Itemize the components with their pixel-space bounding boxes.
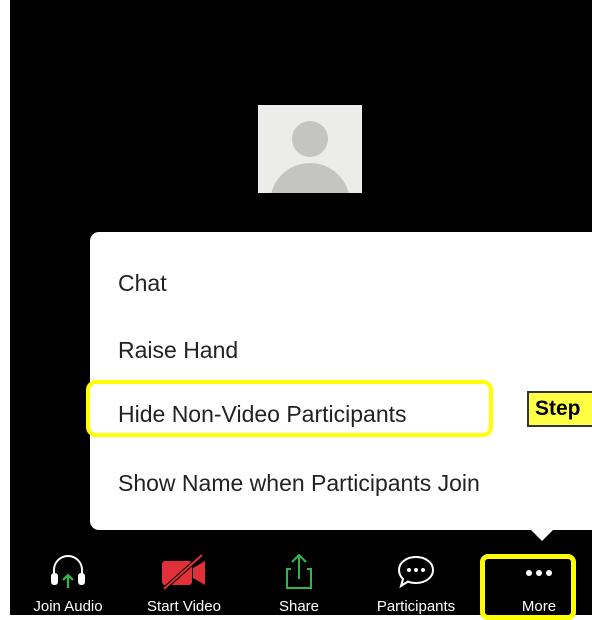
avatar-body [270, 163, 350, 193]
start-video-label: Start Video [147, 598, 221, 615]
start-video-button[interactable]: Start Video [134, 548, 234, 615]
join-audio-button[interactable]: Join Audio [20, 548, 116, 615]
share-button[interactable]: Share [264, 548, 334, 615]
participants-label: Participants [376, 598, 456, 615]
avatar-head [292, 121, 328, 157]
participants-chat-icon [396, 551, 436, 596]
join-audio-label: Join Audio [33, 598, 103, 615]
menu-item-show-name-when-participants-join[interactable]: Show Name when Participants Join [118, 470, 480, 497]
meeting-toolbar: Join Audio Start Video Share Participant… [10, 548, 592, 615]
share-icon [281, 551, 317, 596]
participants-button[interactable]: Participants [356, 548, 476, 615]
more-label: More [521, 598, 557, 615]
share-label: Share [278, 598, 320, 615]
menu-item-raise-hand[interactable]: Raise Hand [118, 337, 238, 364]
menu-item-hide-non-video-participants[interactable]: Hide Non-Video Participants [118, 401, 407, 428]
more-menu: Chat Raise Hand Hide Non-Video Participa… [90, 232, 592, 530]
menu-caret [529, 528, 555, 541]
more-button[interactable]: More [492, 548, 586, 615]
headphones-icon [48, 551, 88, 596]
video-off-icon [160, 551, 208, 596]
step-annotation-label: Step [527, 391, 592, 427]
more-dots-icon [519, 551, 559, 592]
meeting-view: Chat Raise Hand Hide Non-Video Participa… [10, 0, 592, 615]
avatar-placeholder-icon [258, 105, 362, 193]
menu-item-chat[interactable]: Chat [118, 270, 167, 297]
